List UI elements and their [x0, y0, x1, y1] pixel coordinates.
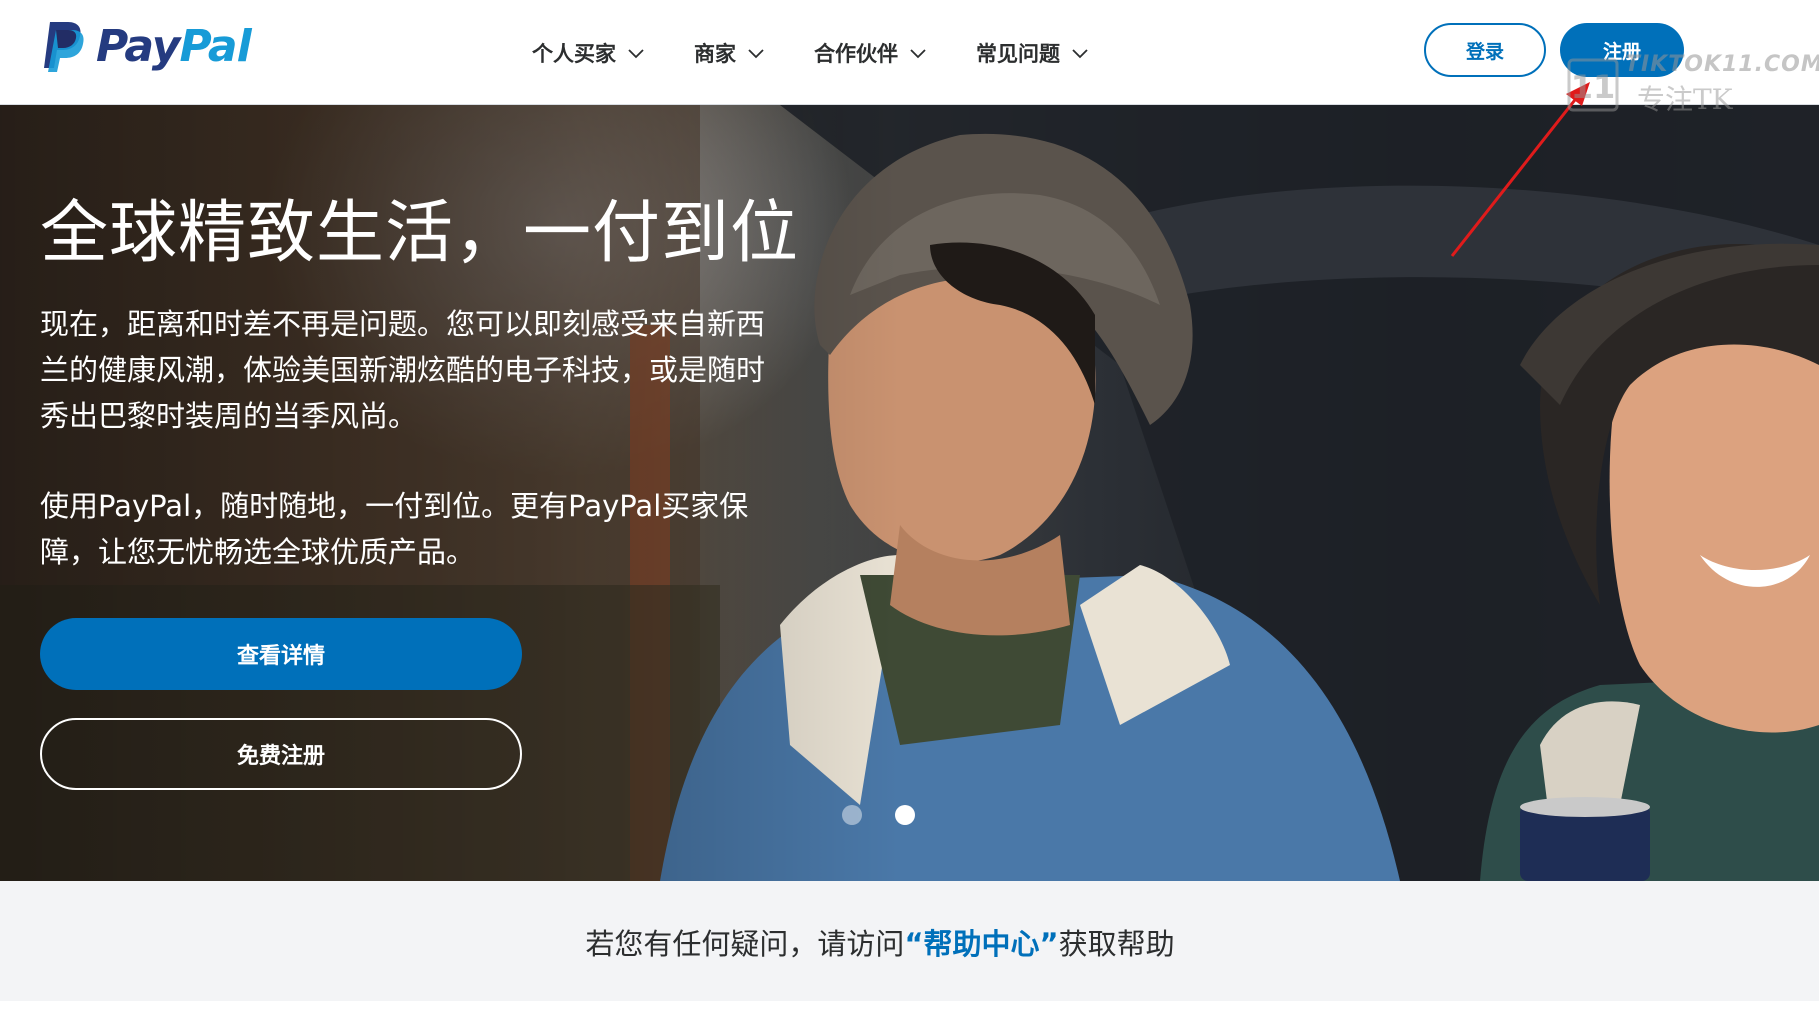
free-signup-button[interactable]: 免费注册: [40, 718, 522, 790]
nav-faq[interactable]: 常见问题: [976, 28, 1088, 78]
paypal-logo[interactable]: PayPal: [40, 20, 252, 72]
paypal-p-icon: [44, 22, 84, 72]
chevron-down-icon: [748, 49, 764, 59]
nav-business-label: 商家: [694, 42, 736, 66]
help-suffix: 获取帮助: [1058, 927, 1175, 961]
paypal-wordmark: PayPal: [96, 20, 252, 72]
carousel-dot-1[interactable]: [842, 805, 862, 825]
help-band: 若您有任何疑问，请访问“帮助中心”获取帮助: [0, 881, 1819, 1001]
chevron-down-icon: [910, 49, 926, 59]
site-header: PayPal 个人买家 商家 合作伙伴 常见问题 登录 注册: [0, 0, 1819, 105]
nav-partners-label: 合作伙伴: [814, 42, 898, 66]
nav-personal[interactable]: 个人买家: [532, 28, 644, 78]
nav-faq-label: 常见问题: [976, 42, 1060, 66]
nav-personal-label: 个人买家: [532, 42, 616, 66]
main-nav: 个人买家 商家 合作伙伴 常见问题: [532, 28, 1138, 78]
hero-paragraph-1: 现在，距离和时差不再是问题。您可以即刻感受来自新西兰的健康风潮，体验美国新潮炫酷…: [40, 307, 766, 433]
chevron-down-icon: [628, 49, 644, 59]
view-details-button[interactable]: 查看详情: [40, 618, 522, 690]
hero-title: 全球精致生活，一付到位: [40, 194, 800, 273]
hero-paragraph-2: 使用PayPal，随时随地，一付到位。更有PayPal买家保障，让您无忧畅选全球…: [40, 489, 749, 569]
nav-business[interactable]: 商家: [694, 28, 764, 78]
page-bottom: [0, 1001, 1819, 1018]
help-center-link[interactable]: “帮助中心”: [904, 927, 1058, 961]
signup-button[interactable]: 注册: [1560, 23, 1684, 77]
help-prefix: 若您有任何疑问，请访问: [585, 927, 905, 961]
logo-text-pal: Pal: [179, 20, 251, 72]
nav-partners[interactable]: 合作伙伴: [814, 28, 926, 78]
help-text: 若您有任何疑问，请访问“帮助中心”获取帮助: [0, 921, 1760, 963]
logo-text-pay: Pay: [96, 20, 180, 72]
carousel-dot-2-active[interactable]: [895, 805, 915, 825]
chevron-down-icon: [1072, 49, 1088, 59]
hero-banner: 全球精致生活，一付到位 现在，距离和时差不再是问题。您可以即刻感受来自新西兰的健…: [0, 105, 1819, 881]
login-button[interactable]: 登录: [1424, 23, 1546, 77]
